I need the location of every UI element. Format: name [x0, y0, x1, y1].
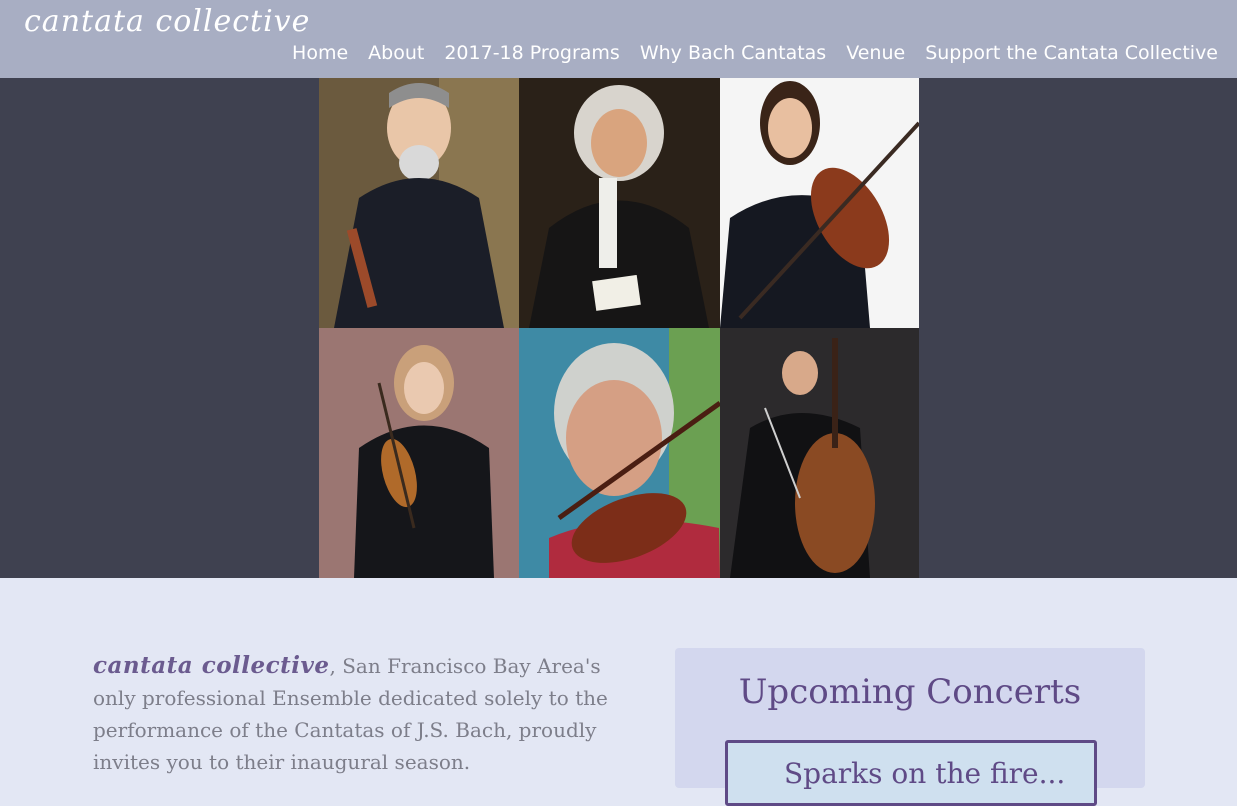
- nav-programs[interactable]: 2017-18 Programs: [444, 42, 620, 64]
- photo-bach-portrait: [519, 78, 720, 328]
- upcoming-concerts-panel: Upcoming Concerts Sparks on the fire...: [675, 648, 1145, 806]
- upcoming-concerts-title: Upcoming Concerts: [738, 672, 1082, 712]
- photo-violinist: [720, 78, 919, 328]
- hero-banner: [0, 78, 1237, 578]
- intro-paragraph: cantata collective, San Francisco Bay Ar…: [93, 650, 613, 778]
- nav-why-bach[interactable]: Why Bach Cantatas: [640, 42, 826, 64]
- photo-violist-closeup: [519, 328, 720, 578]
- photo-recorder-player: [319, 78, 519, 328]
- photo-cellist: [720, 328, 919, 578]
- intro-brand: cantata collective: [93, 652, 330, 679]
- photo-violinist-2: [319, 328, 519, 578]
- nav-about[interactable]: About: [368, 42, 424, 64]
- musician-photo-grid: [319, 78, 919, 578]
- site-header: cantata collective Home About 2017-18 Pr…: [0, 0, 1237, 78]
- concert-card[interactable]: Sparks on the fire...: [725, 740, 1097, 806]
- nav-home[interactable]: Home: [292, 42, 348, 64]
- main-nav: Home About 2017-18 Programs Why Bach Can…: [292, 42, 1218, 64]
- concert-card-title: Sparks on the fire...: [784, 757, 1066, 790]
- site-logo[interactable]: cantata collective: [24, 4, 310, 39]
- nav-support[interactable]: Support the Cantata Collective: [925, 42, 1218, 64]
- nav-venue[interactable]: Venue: [846, 42, 905, 64]
